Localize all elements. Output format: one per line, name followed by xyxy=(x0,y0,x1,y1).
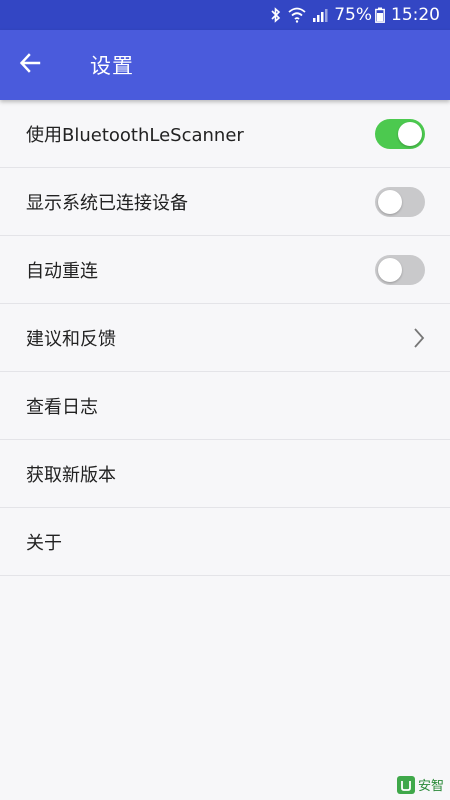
clock: 15:20 xyxy=(391,5,440,25)
battery-percent: 75% xyxy=(334,5,372,25)
watermark-logo-icon xyxy=(396,775,415,794)
settings-list: 使用BluetoothLeScanner 显示系统已连接设备 自动重连 建议和反… xyxy=(0,100,450,576)
setting-label: 查看日志 xyxy=(26,396,98,418)
setting-show-connected-devices[interactable]: 显示系统已连接设备 xyxy=(0,168,450,236)
setting-about[interactable]: 关于 xyxy=(0,508,450,576)
setting-label: 使用BluetoothLeScanner xyxy=(26,124,244,146)
setting-check-update[interactable]: 获取新版本 xyxy=(0,440,450,508)
arrow-left-icon xyxy=(19,52,41,78)
auto-reconnect-switch[interactable] xyxy=(375,254,425,285)
setting-use-bluetooth-le-scanner[interactable]: 使用BluetoothLeScanner xyxy=(0,100,450,168)
setting-auto-reconnect[interactable]: 自动重连 xyxy=(0,236,450,304)
setting-label: 建议和反馈 xyxy=(26,328,116,350)
back-button[interactable] xyxy=(0,30,60,100)
watermark-text: 安智 xyxy=(417,779,444,794)
setting-label: 显示系统已连接设备 xyxy=(26,192,188,214)
setting-label: 关于 xyxy=(26,532,62,554)
show-connected-devices-switch[interactable] xyxy=(375,186,425,217)
setting-feedback[interactable]: 建议和反馈 xyxy=(0,304,450,372)
page-title: 设置 xyxy=(90,54,134,78)
watermark: 安智 xyxy=(396,775,444,794)
setting-label: 获取新版本 xyxy=(26,464,116,486)
status-bar: 75% 15:20 xyxy=(0,0,450,30)
bluetooth-icon xyxy=(270,7,282,23)
app-bar: 设置 xyxy=(0,30,450,100)
wifi-icon xyxy=(288,7,306,23)
chevron-right-icon xyxy=(413,327,425,349)
bluetooth-le-scanner-switch[interactable] xyxy=(375,118,425,149)
setting-view-logs[interactable]: 查看日志 xyxy=(0,372,450,440)
battery-icon xyxy=(375,7,385,23)
setting-label: 自动重连 xyxy=(26,260,98,282)
cellular-signal-icon xyxy=(312,7,328,23)
